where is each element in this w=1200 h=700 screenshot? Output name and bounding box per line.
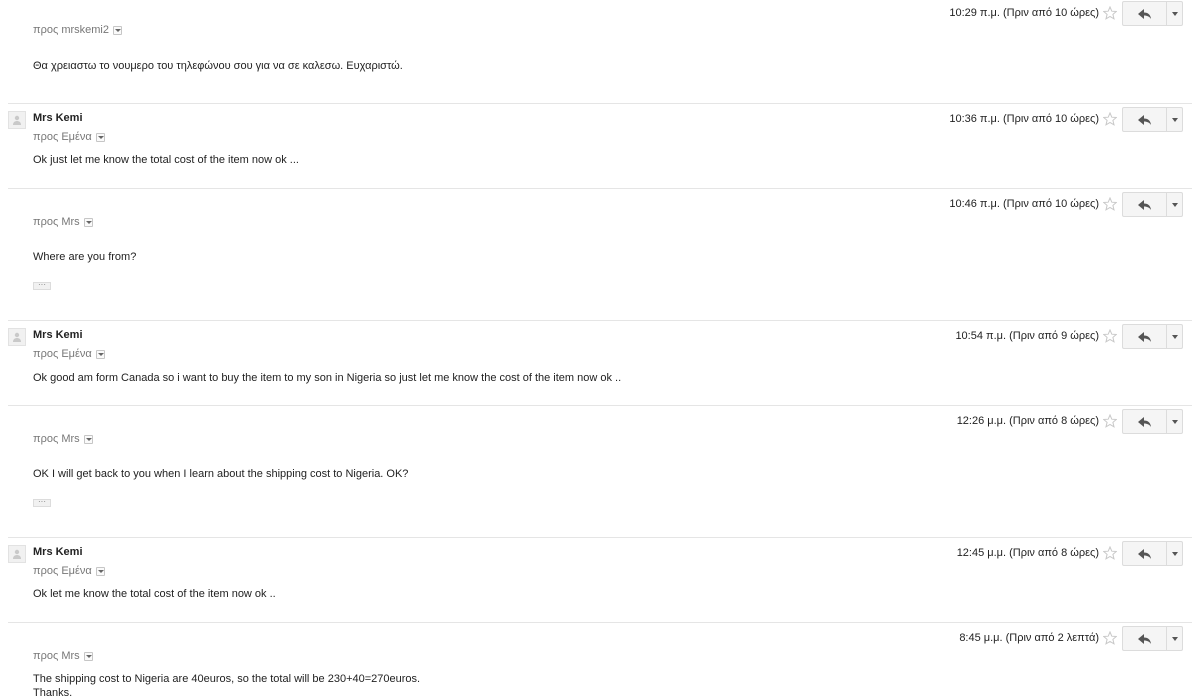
reply-button-group bbox=[1122, 324, 1183, 349]
show-trimmed-content-button[interactable]: ··· bbox=[33, 281, 51, 290]
message-2: 10:46 π.μ. (Πριν από 10 ώρες) προς Mrs W… bbox=[0, 189, 1200, 320]
recipient-label: προς mrskemi2 bbox=[33, 24, 109, 36]
person-icon bbox=[13, 549, 21, 559]
recipient-label: προς Mrs bbox=[33, 650, 80, 662]
recipient-details-toggle[interactable] bbox=[95, 349, 105, 359]
person-icon bbox=[13, 115, 21, 125]
reply-icon bbox=[1137, 331, 1151, 342]
reply-button-group bbox=[1122, 409, 1183, 434]
reply-button[interactable] bbox=[1123, 108, 1167, 131]
message-time[interactable]: 10:36 π.μ. (Πριν από 10 ώρες) bbox=[949, 113, 1099, 125]
show-trimmed-content-button[interactable]: ··· bbox=[33, 498, 51, 507]
reply-button[interactable] bbox=[1123, 2, 1167, 25]
message-4: 12:26 μ.μ. (Πριν από 8 ώρες) προς Mrs OK… bbox=[0, 406, 1200, 537]
recipient-line: προς mrskemi2 bbox=[33, 24, 122, 36]
message-5: Mrs Kemi 12:45 μ.μ. (Πριν από 8 ώρες) πρ… bbox=[0, 538, 1200, 622]
recipient-label: προς Mrs bbox=[33, 433, 80, 445]
star-icon[interactable] bbox=[1103, 112, 1117, 126]
recipient-details-toggle[interactable] bbox=[83, 434, 93, 444]
sender-name[interactable]: Mrs Kemi bbox=[33, 329, 83, 341]
reply-icon bbox=[1137, 633, 1151, 644]
reply-button[interactable] bbox=[1123, 410, 1167, 433]
message-body: Ok let me know the total cost of the ite… bbox=[33, 588, 276, 600]
more-options-button[interactable] bbox=[1167, 193, 1182, 216]
avatar bbox=[8, 328, 26, 346]
avatar bbox=[8, 111, 26, 129]
star-icon[interactable] bbox=[1103, 414, 1117, 428]
reply-button[interactable] bbox=[1123, 627, 1167, 650]
reply-button-group bbox=[1122, 541, 1183, 566]
more-options-button[interactable] bbox=[1167, 410, 1182, 433]
chevron-down-icon bbox=[1171, 636, 1178, 641]
recipient-line: προς Mrs bbox=[33, 433, 93, 445]
chevron-down-icon bbox=[1171, 551, 1178, 556]
message-time[interactable]: 12:45 μ.μ. (Πριν από 8 ώρες) bbox=[957, 547, 1099, 559]
recipient-details-toggle[interactable] bbox=[95, 566, 105, 576]
more-options-button[interactable] bbox=[1167, 2, 1182, 25]
message-time[interactable]: 8:45 μ.μ. (Πριν από 2 λεπτά) bbox=[959, 632, 1099, 644]
star-icon[interactable] bbox=[1103, 329, 1117, 343]
star-icon[interactable] bbox=[1103, 546, 1117, 560]
recipient-details-toggle[interactable] bbox=[83, 217, 93, 227]
message-body: Where are you from? bbox=[33, 251, 137, 263]
recipient-line: προς Εμένα bbox=[33, 131, 105, 143]
message-body: Ok just let me know the total cost of th… bbox=[33, 154, 299, 166]
reply-icon bbox=[1137, 199, 1151, 210]
reply-button-group bbox=[1122, 192, 1183, 217]
chevron-down-icon bbox=[1171, 419, 1178, 424]
more-options-button[interactable] bbox=[1167, 108, 1182, 131]
recipient-details-toggle[interactable] bbox=[95, 132, 105, 142]
reply-button-group bbox=[1122, 107, 1183, 132]
recipient-line: προς Mrs bbox=[33, 216, 93, 228]
message-0: 10:29 π.μ. (Πριν από 10 ώρες) προς mrske… bbox=[0, 0, 1200, 103]
recipient-line: προς Εμένα bbox=[33, 348, 105, 360]
chevron-down-icon bbox=[1171, 11, 1178, 16]
reply-button-group bbox=[1122, 1, 1183, 26]
message-1: Mrs Kemi 10:36 π.μ. (Πριν από 10 ώρες) π… bbox=[0, 104, 1200, 188]
message-3: Mrs Kemi 10:54 π.μ. (Πριν από 9 ώρες) πρ… bbox=[0, 321, 1200, 405]
more-options-button[interactable] bbox=[1167, 627, 1182, 650]
recipient-label: προς Εμένα bbox=[33, 565, 92, 577]
star-icon[interactable] bbox=[1103, 197, 1117, 211]
message-time[interactable]: 12:26 μ.μ. (Πριν από 8 ώρες) bbox=[957, 415, 1099, 427]
message-time[interactable]: 10:54 π.μ. (Πριν από 9 ώρες) bbox=[955, 330, 1099, 342]
message-6: 8:45 μ.μ. (Πριν από 2 λεπτά) προς Mrs Th… bbox=[0, 623, 1200, 700]
recipient-label: προς Mrs bbox=[33, 216, 80, 228]
reply-icon bbox=[1137, 548, 1151, 559]
recipient-label: προς Εμένα bbox=[33, 131, 92, 143]
more-options-button[interactable] bbox=[1167, 542, 1182, 565]
person-icon bbox=[13, 332, 21, 342]
sender-name[interactable]: Mrs Kemi bbox=[33, 546, 83, 558]
message-body: OK I will get back to you when I learn a… bbox=[33, 468, 409, 480]
avatar bbox=[8, 545, 26, 563]
recipient-line: προς Εμένα bbox=[33, 565, 105, 577]
chevron-down-icon bbox=[1171, 334, 1178, 339]
reply-button-group bbox=[1122, 626, 1183, 651]
reply-button[interactable] bbox=[1123, 193, 1167, 216]
recipient-details-toggle[interactable] bbox=[83, 651, 93, 661]
reply-icon bbox=[1137, 416, 1151, 427]
message-time[interactable]: 10:29 π.μ. (Πριν από 10 ώρες) bbox=[949, 7, 1099, 19]
reply-button[interactable] bbox=[1123, 325, 1167, 348]
reply-icon bbox=[1137, 8, 1151, 19]
recipient-line: προς Mrs bbox=[33, 650, 93, 662]
message-body: The shipping cost to Nigeria are 40euros… bbox=[33, 673, 421, 699]
chevron-down-icon bbox=[1171, 202, 1178, 207]
reply-button[interactable] bbox=[1123, 542, 1167, 565]
more-options-button[interactable] bbox=[1167, 325, 1182, 348]
chevron-down-icon bbox=[1171, 117, 1178, 122]
sender-name[interactable]: Mrs Kemi bbox=[33, 112, 83, 124]
message-body: Ok good am form Canada so i want to buy … bbox=[33, 372, 622, 384]
star-icon[interactable] bbox=[1103, 631, 1117, 645]
message-body: Θα χρειαστω το νουμερο του τηλεφώνου σου… bbox=[33, 60, 403, 72]
message-time[interactable]: 10:46 π.μ. (Πριν από 10 ώρες) bbox=[949, 198, 1099, 210]
recipient-details-toggle[interactable] bbox=[113, 25, 122, 35]
recipient-label: προς Εμένα bbox=[33, 348, 92, 360]
reply-icon bbox=[1137, 114, 1151, 125]
star-icon[interactable] bbox=[1103, 6, 1117, 20]
